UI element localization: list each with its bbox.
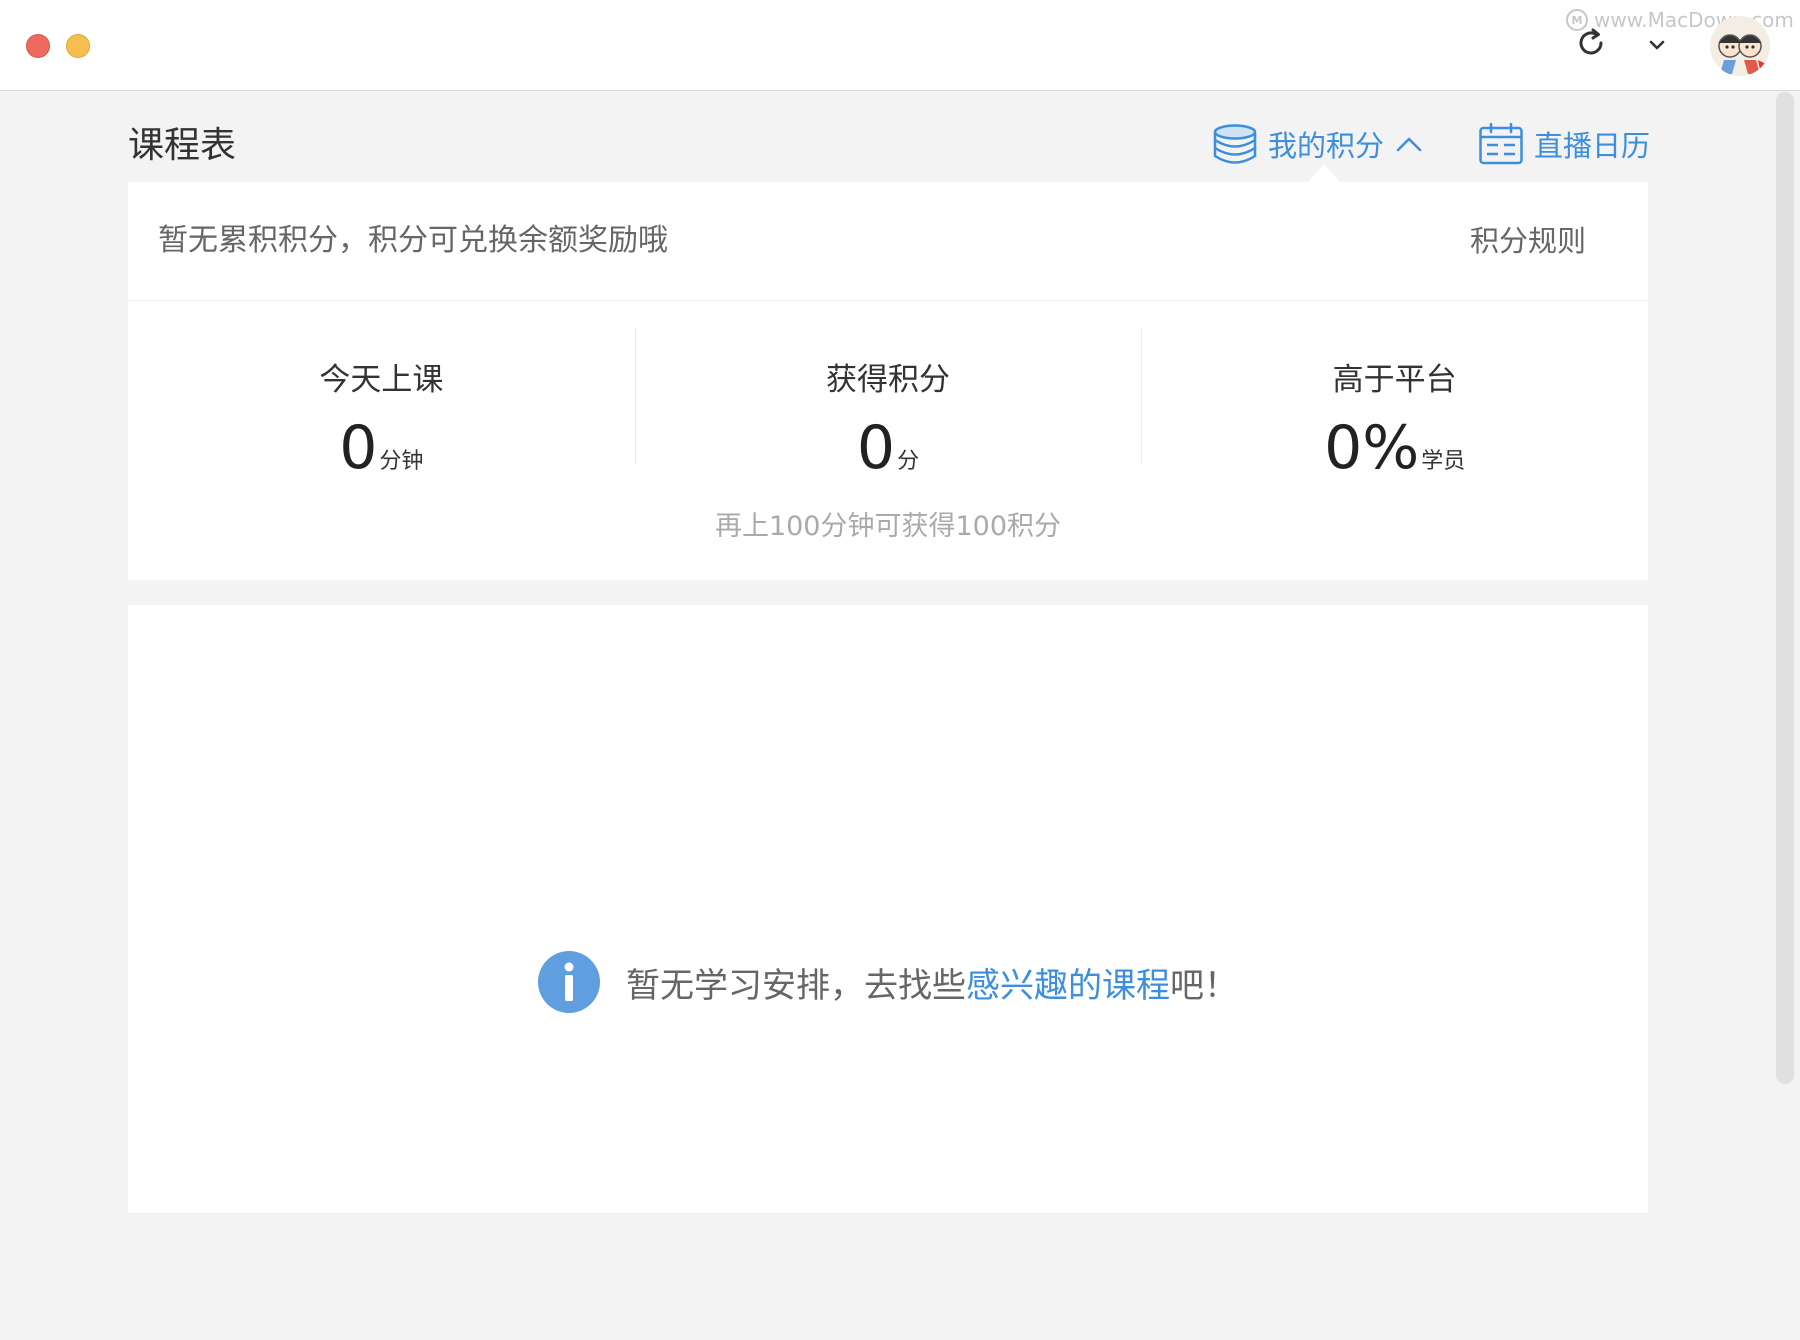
interesting-courses-link[interactable]: 感兴趣的课程: [966, 966, 1170, 1006]
live-calendar-label: 直播日历: [1534, 129, 1651, 163]
calendar-icon: [1479, 123, 1523, 165]
window-close-button[interactable]: [26, 34, 50, 58]
stat-value: 0分: [635, 412, 1142, 499]
stat-number: 0%: [1324, 413, 1420, 483]
stat-value: 0%学员: [1141, 412, 1648, 499]
empty-schedule-message: 暂无学习安排，去找些感兴趣的课程吧！: [128, 948, 1648, 1016]
window-minimize-button[interactable]: [66, 34, 90, 58]
stat-unit: 学员: [1421, 449, 1466, 474]
points-hint: 再上100分钟可获得100积分: [714, 511, 1062, 542]
coins-stack-icon: [1213, 124, 1257, 164]
live-calendar-button[interactable]: 直播日历: [1478, 120, 1650, 168]
stat-number: 0: [339, 413, 378, 483]
refresh-button[interactable]: [1574, 26, 1608, 60]
points-message: 暂无累积积分，积分可兑换余额奖励哦: [158, 223, 668, 258]
stat-unit: 分钟: [379, 449, 424, 474]
empty-suffix: 吧！: [1170, 965, 1238, 1006]
stat-unit: 分: [897, 449, 920, 474]
chevron-up-icon: [1396, 137, 1422, 152]
stat-value: 0分钟: [128, 412, 635, 499]
stat-points-earned: 获得积分 0分: [634, 302, 1142, 502]
avatar[interactable]: [1710, 16, 1770, 76]
page-title: 课程表: [128, 125, 237, 166]
account-dropdown-button[interactable]: [1644, 32, 1670, 58]
title-bar: M www.MacDown.com: [0, 0, 1800, 91]
points-stats: 今天上课 0分钟 获得积分 0分 高于平台 0%学员: [128, 302, 1648, 502]
points-rules-link[interactable]: 积分规则: [1470, 220, 1586, 262]
vertical-scrollbar[interactable]: [1776, 92, 1794, 1084]
my-points-button[interactable]: 我的积分: [1212, 120, 1424, 168]
points-panel: 暂无累积积分，积分可兑换余额奖励哦 积分规则 今天上课 0分钟 获得积分 0分 …: [128, 182, 1648, 580]
info-icon: [538, 951, 600, 1013]
my-points-label: 我的积分: [1268, 129, 1385, 163]
stat-above-platform: 高于平台 0%学员: [1141, 302, 1648, 502]
stat-label: 今天上课: [319, 362, 444, 398]
chevron-down-icon: [1649, 40, 1665, 50]
avatar-image-icon: [1710, 16, 1770, 76]
points-panel-header: 暂无累积积分，积分可兑换余额奖励哦 积分规则: [128, 182, 1648, 301]
refresh-icon: [1579, 28, 1603, 55]
empty-schedule-text: 暂无学习安排，去找些感兴趣的课程吧！: [626, 958, 1238, 1007]
empty-prefix: 暂无学习安排，去找些: [626, 965, 966, 1006]
stat-label: 获得积分: [826, 362, 950, 398]
schedule-panel: 暂无学习安排，去找些感兴趣的课程吧！: [128, 605, 1648, 1213]
stat-number: 0: [856, 413, 896, 483]
stat-label: 高于平台: [1332, 362, 1457, 398]
points-popover-caret: [1308, 164, 1340, 182]
stat-today-class: 今天上课 0分钟: [128, 302, 635, 502]
